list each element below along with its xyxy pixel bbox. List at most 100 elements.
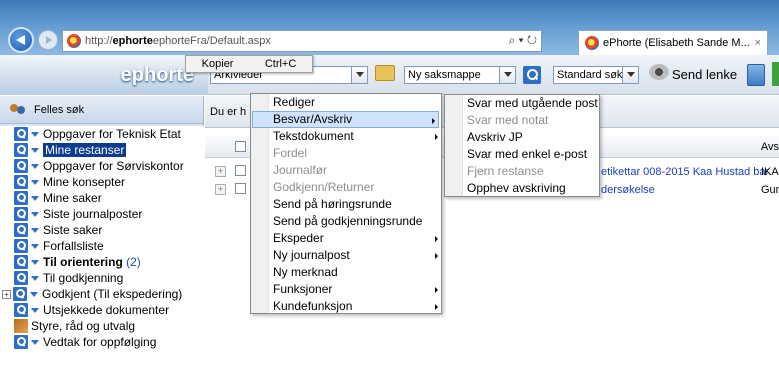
submenu-item: Fjern restanse xyxy=(445,163,599,180)
copy-popup[interactable]: Kopier Ctrl+C xyxy=(185,55,313,73)
search-icon xyxy=(14,207,28,221)
menu-item[interactable]: Send på høringsrunde xyxy=(251,196,441,213)
menu-item[interactable]: Send på godkjenningsrunde xyxy=(251,213,441,230)
search-icon xyxy=(14,271,28,285)
row-checkbox[interactable] xyxy=(235,165,246,176)
main-header-text: Du er h xyxy=(210,106,247,118)
search-icon xyxy=(14,335,28,349)
chevron-down-icon xyxy=(351,67,367,83)
menu-item[interactable]: Tekstdokument xyxy=(251,128,441,145)
address-bar[interactable]: http:// ephorte ephorteFra/Default.aspx … xyxy=(62,30,542,52)
submenu-arrow-icon xyxy=(435,304,438,310)
menu-item: Journalfør xyxy=(251,162,441,179)
sidebar-item[interactable]: Oppgaver for Sørviskontor xyxy=(0,158,204,174)
tab-title: ePhorte (Elisabeth Sande M... xyxy=(603,37,750,49)
submenu-item[interactable]: Svar med enkel e-post xyxy=(445,146,599,163)
expand-row-icon[interactable]: + xyxy=(215,184,226,195)
green-action-icon[interactable] xyxy=(772,62,779,86)
site-favicon-icon xyxy=(67,34,81,48)
sidebar-item[interactable]: Til godkjenning xyxy=(0,270,204,286)
menu-item: Godkjenn/Returner xyxy=(251,179,441,196)
sidebar-item-label: Godkjent (Til ekspedering) xyxy=(42,287,183,301)
send-link-icon[interactable] xyxy=(649,64,669,80)
sidebar-item[interactable]: Forfallsliste xyxy=(0,238,204,254)
sidebar-item[interactable]: Mine restanser xyxy=(0,142,204,158)
folder-select[interactable]: Ny saksmappe xyxy=(404,66,516,84)
forward-button[interactable] xyxy=(38,30,58,50)
people-icon xyxy=(10,103,26,116)
submenu-item[interactable]: Avskriv JP xyxy=(445,129,599,146)
search-type-value: Standard søk xyxy=(557,69,623,81)
select-all-checkbox[interactable] xyxy=(235,141,246,152)
submenu-arrow-icon xyxy=(435,236,438,242)
caret-down-icon xyxy=(31,147,39,153)
submenu-item-label: Svar med utgående post xyxy=(467,96,598,110)
menu-item[interactable]: Ny journalpost xyxy=(251,247,441,264)
caret-down-icon xyxy=(31,211,39,217)
back-button[interactable] xyxy=(8,27,34,53)
sidebar-item-label: Til godkjenning xyxy=(43,271,124,285)
sidebar-item[interactable]: Utsjekkede dokumenter xyxy=(0,302,204,318)
menu-item-label: Rediger xyxy=(273,95,316,109)
row-checkbox[interactable] xyxy=(235,183,246,194)
search-refresh-icons[interactable]: ⌕ ▾ ↻ xyxy=(508,33,537,48)
sidebar-item[interactable]: Mine saker xyxy=(0,190,204,206)
menu-item[interactable]: Ny merknad xyxy=(251,264,441,281)
search-icon[interactable] xyxy=(523,66,541,84)
submenu-item[interactable]: Svar med utgående post xyxy=(445,95,599,112)
sidebar-item-label: Styre, råd og utvalg xyxy=(31,319,136,333)
expand-row-icon[interactable]: + xyxy=(215,166,226,177)
sidebar-item[interactable]: Mine konsepter xyxy=(0,174,204,190)
caret-down-icon xyxy=(31,163,39,169)
caret-down-icon xyxy=(31,243,39,249)
submenu-item-label: Opphev avskriving xyxy=(467,181,566,195)
submenu-item[interactable]: Opphev avskriving xyxy=(445,180,599,197)
menu-item-highlighted[interactable]: Besvar/Avskriv xyxy=(252,111,439,128)
search-icon xyxy=(14,143,28,157)
column-header-avs[interactable]: Avs xyxy=(761,141,779,153)
scroll-updown-icon[interactable] xyxy=(747,64,765,86)
sidebar-header[interactable]: Felles søk xyxy=(0,96,203,124)
search-icon xyxy=(14,159,28,173)
sidebar-item[interactable]: Oppgaver for Teknisk Etat xyxy=(0,126,204,142)
sidebar-item[interactable]: Siste journalposter xyxy=(0,206,204,222)
submenu-arrow-icon xyxy=(435,134,438,140)
menu-item[interactable]: Ekspeder xyxy=(251,230,441,247)
sidebar-item-label: Siste journalposter xyxy=(43,207,143,221)
sidebar-item[interactable]: Siste saker xyxy=(0,222,204,238)
copy-label[interactable]: Kopier xyxy=(202,58,234,70)
submenu-arrow-icon xyxy=(435,287,438,293)
search-icon xyxy=(14,239,28,253)
sidebar-header-label: Felles søk xyxy=(34,103,85,116)
expand-icon[interactable]: + xyxy=(2,289,11,299)
sidebar-item[interactable]: Styre, råd og utvalg xyxy=(0,318,204,334)
menu-item-label: Tekstdokument xyxy=(273,129,354,143)
caret-down-icon xyxy=(31,179,39,185)
folder-icon[interactable] xyxy=(375,65,395,81)
menu-item-label: Fordel xyxy=(273,146,308,160)
chevron-down-icon xyxy=(622,67,638,83)
menu-item-label: Funksjoner xyxy=(273,282,333,296)
tab-close-icon[interactable]: × xyxy=(755,37,761,49)
caret-down-icon xyxy=(31,275,39,281)
browser-tab[interactable]: ePhorte (Elisabeth Sande M... × xyxy=(578,30,768,55)
menu-item[interactable]: Funksjoner xyxy=(251,281,441,298)
menu-item[interactable]: Rediger xyxy=(251,94,441,111)
caret-down-icon xyxy=(31,307,39,313)
sidebar-list: Oppgaver for Teknisk Etat Mine restanser… xyxy=(0,126,204,365)
sidebar-item[interactable]: Til orientering (2) xyxy=(0,254,204,270)
send-link-button[interactable]: Send lenke xyxy=(672,67,737,82)
search-icon xyxy=(14,191,28,205)
search-type-select[interactable]: Standard søk xyxy=(553,66,639,84)
sidebar-item-label: Utsjekkede dokumenter xyxy=(43,303,170,317)
sidebar-item[interactable]: Vedtak for oppfølging xyxy=(0,334,204,350)
menu-item[interactable]: Kundefunksjon xyxy=(251,298,441,315)
row-link[interactable]: etikettar 008-2015 Kaa Hustad bar xyxy=(601,166,769,178)
row-link[interactable]: dersøkelse xyxy=(601,184,655,196)
search-icon xyxy=(14,255,28,269)
url-scheme: http:// xyxy=(85,35,113,47)
sidebar-item[interactable]: + Godkjent (Til ekspedering) xyxy=(0,286,204,302)
board-icon xyxy=(14,319,28,333)
menu-item: Fordel xyxy=(251,145,441,162)
row-cell: IKA xyxy=(761,166,779,178)
